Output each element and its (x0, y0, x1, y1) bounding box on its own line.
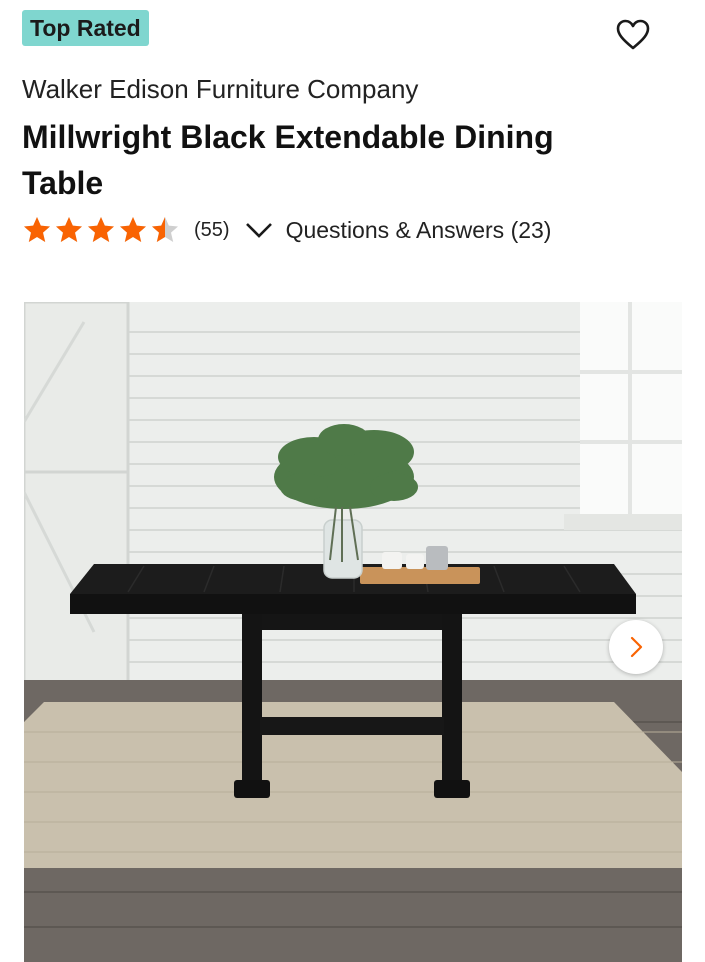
chevron-right-icon (630, 636, 643, 658)
rating-row: (55) Questions & Answers (23) (22, 212, 551, 248)
next-image-button[interactable] (609, 620, 663, 674)
product-image (24, 302, 682, 962)
review-count[interactable]: (55) (194, 219, 230, 242)
chevron-down-icon[interactable] (244, 219, 274, 241)
brand-link[interactable]: Walker Edison Furniture Company (22, 74, 418, 105)
star-icon (88, 217, 114, 242)
heart-icon[interactable] (616, 19, 650, 51)
star-rating[interactable] (22, 215, 180, 245)
product-image-gallery[interactable] (24, 302, 682, 962)
star-icon (120, 217, 146, 242)
star-icon (152, 217, 178, 242)
product-title: Millwright Black Extendable Dining Table (22, 119, 554, 201)
questions-answers-link[interactable]: Questions & Answers (23) (286, 217, 552, 244)
star-icon (56, 217, 82, 242)
top-rated-badge: Top Rated (22, 10, 149, 46)
star-icon (24, 217, 50, 242)
